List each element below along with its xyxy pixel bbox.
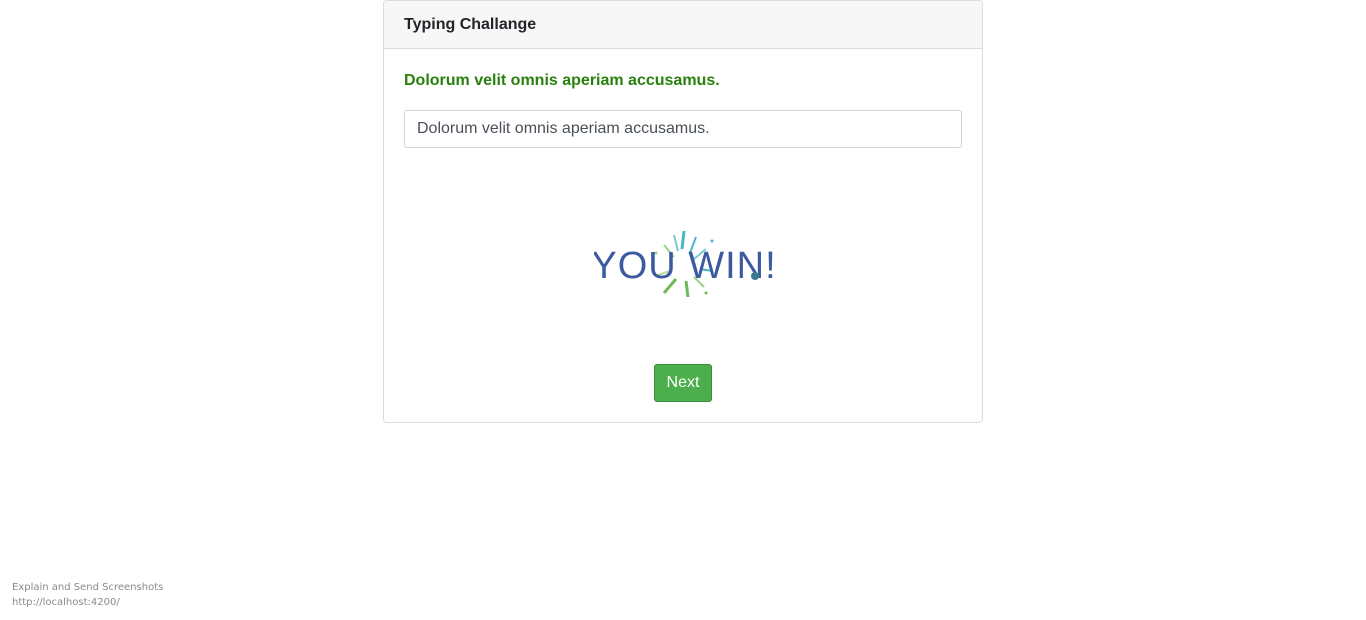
card-title: Typing Challange bbox=[404, 15, 537, 33]
typing-input[interactable] bbox=[404, 110, 962, 148]
globe-dot-icon bbox=[751, 272, 759, 280]
footer-title: Explain and Send Screenshots bbox=[12, 582, 164, 593]
next-button[interactable]: Next bbox=[654, 364, 712, 402]
typing-challenge-card: Typing Challange Dolorum velit omnis ape… bbox=[383, 0, 983, 423]
footer-url: http://localhost:4200/ bbox=[12, 597, 120, 608]
win-text: YOU WIN! bbox=[594, 245, 774, 287]
footer-overlay: Explain and Send Screenshots http://loca… bbox=[12, 580, 163, 610]
card-header: Typing Challange bbox=[384, 1, 982, 49]
you-win-graphic: YOU WIN! bbox=[594, 230, 774, 298]
target-sentence: Dolorum velit omnis aperiam accusamus. bbox=[404, 72, 720, 89]
